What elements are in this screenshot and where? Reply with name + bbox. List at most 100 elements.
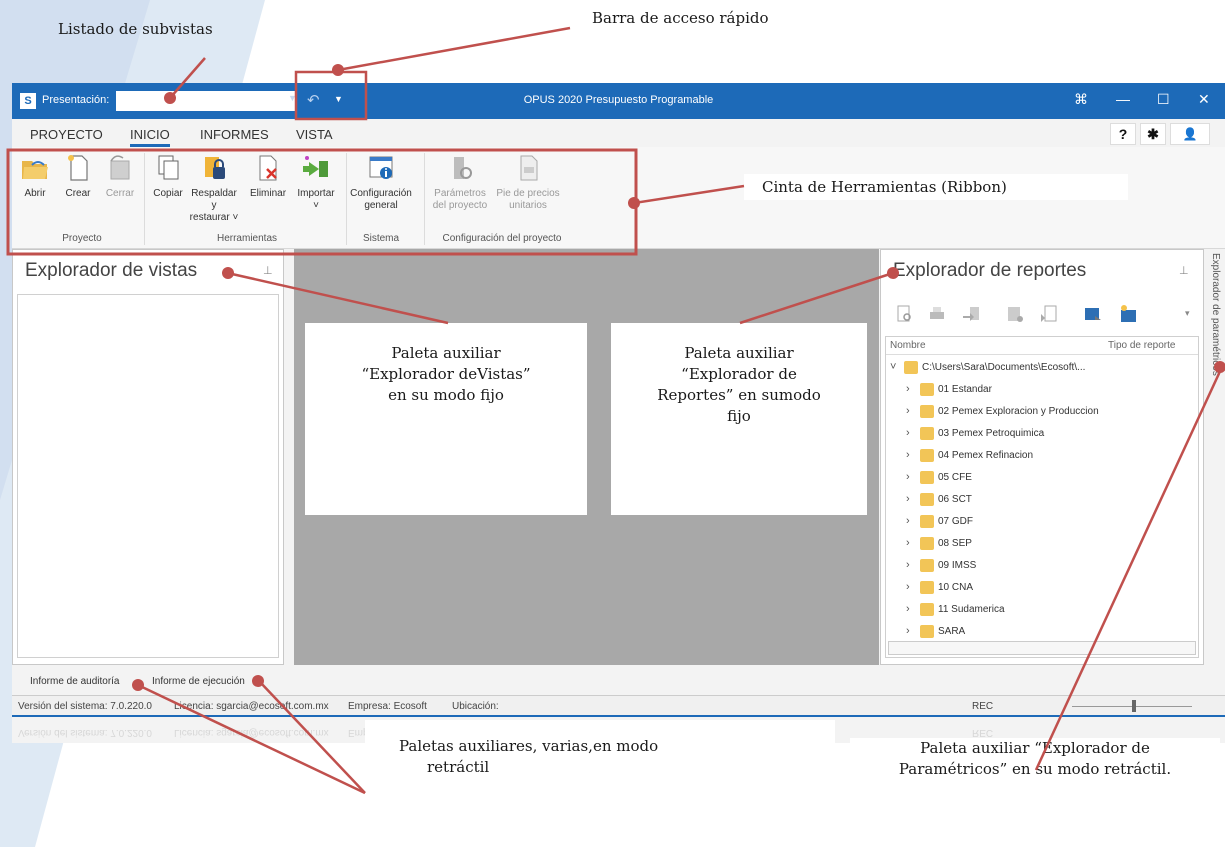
tab-proyecto[interactable]: PROYECTO [30,127,103,142]
parametric-explorer-tab[interactable]: Explorador de paramétricos [1208,249,1225,449]
folder-icon [904,361,918,374]
pin-icon[interactable]: ⊥ [1179,264,1189,277]
new-folder-icon[interactable] [1119,304,1139,324]
chevron-right-icon[interactable]: › [906,581,910,593]
tab-execution-report[interactable]: Informe de ejecución [152,676,245,687]
tab-inicio[interactable]: INICIO [130,127,170,147]
chevron-right-icon[interactable]: › [906,449,910,461]
group-configuracion-proyecto: Configuración del proyecto [442,233,562,244]
annotation-subviews-list: Listado de subvistas [58,20,213,38]
settings-info-icon [369,156,393,179]
folder-icon [920,493,934,506]
backup-label: Respaldar y [191,188,237,211]
tree-item-label: 11 Sudamerica [938,604,1005,615]
tree-item-label: 05 CFE [938,472,972,483]
horizontal-scrollbar[interactable] [888,641,1196,655]
tab-audit-report[interactable]: Informe de auditoría [30,676,120,687]
folder-icon [920,427,934,440]
general-config-button[interactable]: Configuración general [350,153,412,212]
tree-item-label: 01 Estandar [938,384,992,395]
tree-item-label: 04 Pemex Refinacion [938,450,1034,461]
chevron-down-icon[interactable]: ˅ [890,361,896,373]
folder-icon [920,405,934,418]
backup-label-2: restaurar ˅ [189,212,239,223]
tree-item-label: C:\Users\Sara\Documents\Ecosoft\... [922,362,1086,373]
chevron-right-icon[interactable]: › [906,383,910,395]
tree-item-label: SARA [938,626,966,637]
zoom-slider-thumb[interactable] [1132,700,1136,712]
user-button[interactable]: 👤 [1170,123,1210,145]
ribbon-separator [144,153,145,245]
import-icon [303,156,328,177]
copy-icon [158,155,179,180]
copy-button[interactable]: Copiar [150,153,186,200]
delete-button[interactable]: Eliminar [248,153,288,200]
close-button[interactable]: ✕ [1198,91,1210,108]
group-proyecto: Proyecto [62,233,102,244]
column-report-type[interactable]: Tipo de reporte [1108,340,1175,351]
close-project-button[interactable]: Cerrar [100,153,140,200]
chevron-right-icon[interactable]: › [906,559,910,571]
print-icon[interactable] [927,304,947,324]
views-list[interactable] [17,294,279,658]
export-icon[interactable] [961,304,981,324]
chevron-right-icon[interactable]: › [906,537,910,549]
ribbon-separator [346,153,347,245]
asterisk-button[interactable]: ✱ [1140,123,1166,145]
chevron-right-icon[interactable]: › [906,493,910,505]
chevron-right-icon[interactable]: › [906,427,910,439]
annotation-parametric-explorer: Paleta auxiliar “Explorador de Paramétri… [850,738,1220,798]
preview-icon[interactable] [895,304,915,324]
folder-icon [920,581,934,594]
report-design-icon[interactable] [1005,304,1025,324]
backup-restore-button[interactable]: Respaldar y restaurar ˅ [188,153,240,224]
tab-vista[interactable]: VISTA [296,127,333,142]
open-button[interactable]: Abrir [18,153,52,200]
report-move-icon[interactable] [1083,304,1103,324]
project-parameters-button[interactable]: Parámetros del proyecto [430,153,490,212]
title-bar: S Presentación: ▼ ↶ ▼ OPUS 2020 Presupue… [12,83,1225,119]
annotation-line: “Explorador de [681,365,797,383]
create-button[interactable]: Crear [58,153,98,200]
annotation-quick-access: Barra de acceso rápido [592,9,769,27]
unit-prices-button[interactable]: Pie de precios unitarios [494,153,562,212]
status-license: Licencia: sgarcia@ecosoft.com.mx [174,701,329,712]
status-location: Ubicación: [452,701,499,712]
chevron-right-icon[interactable]: › [906,625,910,637]
report-import-icon[interactable] [1039,304,1059,324]
tree-item-label: 09 IMSS [938,560,977,571]
tab-informes[interactable]: INFORMES [200,127,269,142]
chevron-right-icon[interactable]: › [906,405,910,417]
open-label: Abrir [24,188,46,199]
minimize-button[interactable]: — [1116,91,1130,107]
column-name[interactable]: Nombre [890,340,926,351]
help-button[interactable]: ? [1110,123,1136,145]
annotation-retractable-palettes: Paletas auxiliares, varias,en modo retrá… [365,720,835,847]
annotation-reports-explorer: Paleta auxiliar “Explorador de Reportes”… [611,323,867,515]
folder-icon [920,449,934,462]
annotation-ribbon: Cinta de Herramientas (Ribbon) [744,174,1128,200]
layout-icon[interactable]: ⌘ [1074,91,1088,108]
views-explorer: Explorador de vistas ⊥ [12,249,284,665]
backup-lock-icon [205,157,225,179]
tree-item-label: 08 SEP [938,538,972,549]
create-label: Crear [65,188,91,199]
pin-icon[interactable]: ⊥ [263,264,273,277]
chevron-right-icon[interactable]: › [906,515,910,527]
tree-item-label: 03 Pemex Petroquimica [938,428,1045,439]
group-herramientas: Herramientas [216,233,278,244]
annotation-line: “Explorador deVistas” [361,365,531,383]
close-project-label: Cerrar [105,188,135,199]
chevron-right-icon[interactable]: › [906,471,910,483]
reports-explorer-title: Explorador de reportes [893,260,1087,281]
import-button[interactable]: Importar ˅ [294,153,338,212]
chevron-right-icon[interactable]: › [906,603,910,615]
reflection-version: Versión del sistema: 7.0.220.0 [18,727,152,738]
maximize-button[interactable]: ☐ [1157,91,1170,108]
copy-label: Copiar [153,188,183,199]
tree-item-label: 06 SCT [938,494,972,505]
rec-button[interactable]: REC [972,701,993,712]
tree-item-label: 10 CNA [938,582,974,593]
unit-prices-label: Pie de precios [496,188,560,199]
toolbar-overflow-icon[interactable]: ▾ [1185,308,1190,319]
